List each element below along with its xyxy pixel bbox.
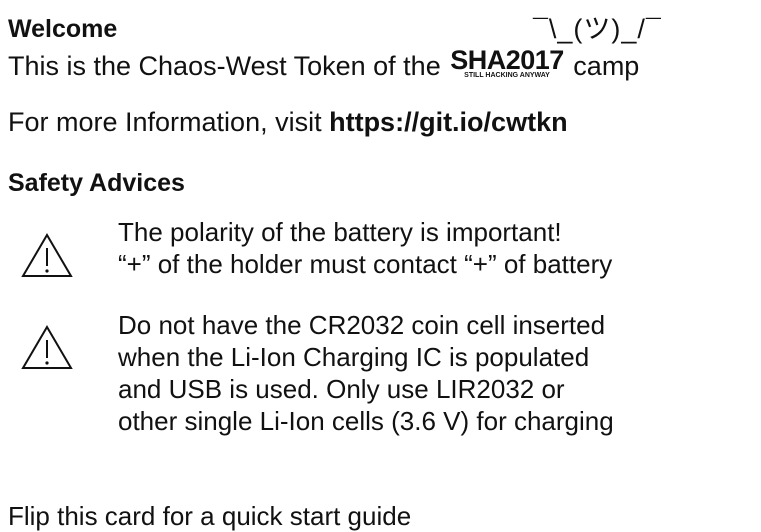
advice-2-text: Do not have the CR2032 coin cell inserte… [118, 309, 614, 437]
advice-2-line-2: when the Li-Ion Charging IC is populated [118, 342, 590, 372]
intro-line: This is the Chaos-West Token of the SHA2… [8, 45, 640, 82]
advice-1-text: The polarity of the battery is important… [118, 216, 612, 280]
advice-2-line-3: and USB is used. Only use LIR2032 or [118, 374, 565, 404]
info-line: For more Information, visit https://git.… [8, 106, 568, 138]
advice-1-line-2: “+” of the holder must contact “+” of ba… [118, 249, 613, 279]
advice-1-line-1: The polarity of the battery is important… [118, 217, 562, 247]
welcome-heading: Welcome [8, 15, 118, 43]
sha2017-logo: SHA2017 STILL HACKING ANYWAY [450, 45, 564, 80]
shrug-emoticon: ¯\_(ツ)_/¯ [533, 14, 662, 44]
flip-card-hint: Flip this card for a quick start guide [8, 501, 412, 531]
warning-triangle-icon [21, 233, 73, 277]
sha2017-logo-tagline: STILL HACKING ANYWAY [464, 72, 550, 79]
intro-text-before: This is the Chaos-West Token of the [8, 51, 449, 81]
info-text: For more Information, visit [8, 107, 330, 137]
warning-triangle-icon [21, 325, 73, 369]
safety-heading: Safety Advices [8, 169, 185, 197]
advice-2-line-1: Do not have the CR2032 coin cell inserte… [118, 310, 606, 340]
intro-text-after: camp [565, 51, 640, 81]
advice-2-line-4: other single Li-Ion cells (3.6 V) for ch… [118, 406, 614, 436]
sha2017-logo-text: SHA2017 [450, 45, 564, 75]
info-link[interactable]: https://git.io/cwtkn [329, 107, 567, 137]
